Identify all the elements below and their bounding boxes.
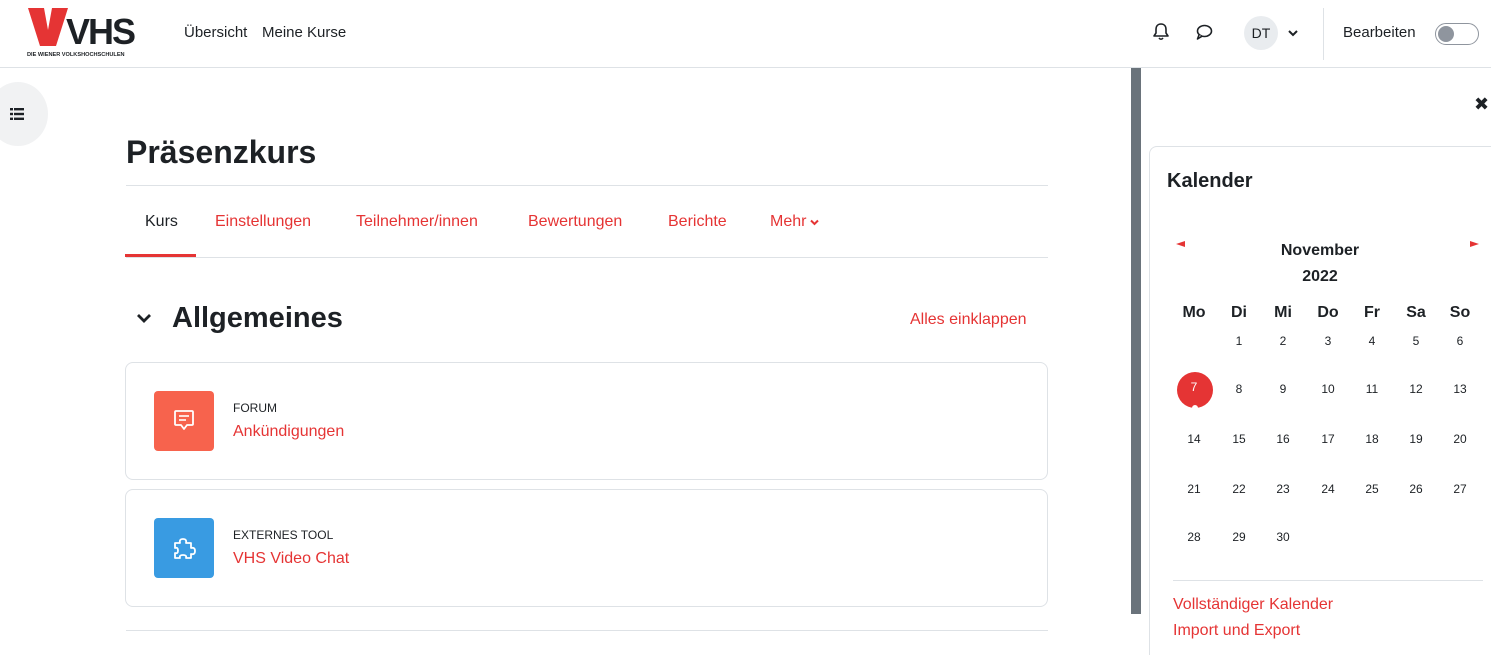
- bell-icon[interactable]: [1152, 22, 1170, 42]
- previous-month-icon[interactable]: [1175, 240, 1187, 248]
- tab-reports[interactable]: Berichte: [668, 213, 727, 231]
- chevron-down-icon: [810, 219, 820, 225]
- activity-link-announcements[interactable]: Ankündigungen: [233, 423, 344, 441]
- toggle-knob: [1438, 26, 1454, 42]
- calendar-day[interactable]: 29: [1219, 530, 1259, 544]
- calendar-day[interactable]: 11: [1352, 382, 1392, 396]
- calendar-day[interactable]: 20: [1440, 432, 1480, 446]
- calendar-month: November: [1280, 242, 1360, 259]
- edit-mode-label: Bearbeiten: [1343, 24, 1416, 41]
- weekday-header: Sa: [1406, 304, 1426, 321]
- calendar-day[interactable]: 3: [1308, 334, 1348, 348]
- activity-type-label: EXTERNES TOOL: [233, 528, 334, 542]
- tabs-divider: [126, 257, 1048, 258]
- collapse-section-icon[interactable]: [136, 312, 152, 324]
- nav-link-overview[interactable]: Übersicht: [184, 24, 247, 41]
- calendar-day[interactable]: 25: [1352, 482, 1392, 496]
- tab-more-label: Mehr: [770, 213, 807, 230]
- calendar-day[interactable]: 9: [1263, 382, 1303, 396]
- nav-divider: [1323, 8, 1324, 60]
- nav-link-my-courses[interactable]: Meine Kurse: [262, 24, 346, 41]
- calendar-month-year: November 2022: [1260, 238, 1380, 290]
- section-divider: [126, 630, 1048, 631]
- calendar-day[interactable]: 24: [1308, 482, 1348, 496]
- calendar-divider: [1173, 580, 1483, 581]
- chevron-down-icon[interactable]: [1288, 29, 1298, 37]
- weekday-header: Do: [1317, 304, 1339, 321]
- user-menu[interactable]: DT: [1244, 16, 1298, 50]
- calendar-day[interactable]: 8: [1219, 382, 1259, 396]
- calendar-day[interactable]: 19: [1396, 432, 1436, 446]
- vhs-logo[interactable]: VHS DIE WIENER VOLKSHOCHSCHULEN: [26, 6, 138, 58]
- calendar-day[interactable]: 27: [1440, 482, 1480, 496]
- collapse-all-link[interactable]: Alles einklappen: [910, 311, 1027, 329]
- calendar-day[interactable]: 6: [1440, 334, 1480, 348]
- activity-card-external-tool: EXTERNES TOOL VHS Video Chat: [125, 489, 1048, 607]
- calendar-day[interactable]: 13: [1440, 382, 1480, 396]
- calendar-day[interactable]: 22: [1219, 482, 1259, 496]
- chat-icon[interactable]: [1195, 22, 1213, 42]
- weekday-header: Di: [1231, 304, 1247, 321]
- close-drawer-icon[interactable]: ✖: [1474, 94, 1489, 115]
- calendar-day[interactable]: 14: [1174, 432, 1214, 446]
- tab-course[interactable]: Kurs: [145, 213, 178, 231]
- tab-more[interactable]: Mehr: [770, 213, 820, 231]
- scrollbar[interactable]: [1131, 68, 1141, 614]
- calendar-day[interactable]: 17: [1308, 432, 1348, 446]
- svg-text:VHS: VHS: [66, 11, 135, 52]
- list-icon: [10, 108, 24, 120]
- tab-settings[interactable]: Einstellungen: [215, 213, 311, 231]
- calendar-day[interactable]: 4: [1352, 334, 1392, 348]
- weekday-header: So: [1449, 304, 1471, 321]
- calendar-day[interactable]: 5: [1396, 334, 1436, 348]
- calendar-day[interactable]: 26: [1396, 482, 1436, 496]
- calendar-day[interactable]: 2: [1263, 334, 1303, 348]
- calendar-day[interactable]: 30: [1263, 530, 1303, 544]
- activity-link-video-chat[interactable]: VHS Video Chat: [233, 550, 349, 568]
- forum-icon[interactable]: [154, 391, 214, 451]
- weekday-header: Mi: [1274, 304, 1292, 321]
- svg-text:DIE WIENER VOLKSHOCHSCHULEN: DIE WIENER VOLKSHOCHSCHULEN: [27, 52, 125, 58]
- avatar[interactable]: DT: [1244, 16, 1278, 50]
- calendar-day[interactable]: 18: [1352, 432, 1392, 446]
- tab-participants[interactable]: Teilnehmer/innen: [356, 213, 478, 231]
- calendar-day[interactable]: 10: [1308, 382, 1348, 396]
- calendar-day[interactable]: 15: [1219, 432, 1259, 446]
- calendar-day[interactable]: 12: [1396, 382, 1436, 396]
- edit-mode-toggle[interactable]: [1435, 23, 1479, 45]
- weekday-header: Mo: [1182, 304, 1206, 321]
- activity-card-forum: FORUM Ankündigungen: [125, 362, 1048, 480]
- full-calendar-link[interactable]: Vollständiger Kalender: [1173, 596, 1333, 614]
- course-index-toggle-button[interactable]: [0, 82, 48, 146]
- activity-type-label: FORUM: [233, 401, 277, 415]
- calendar-day[interactable]: 21: [1174, 482, 1214, 496]
- next-month-icon[interactable]: [1468, 240, 1480, 248]
- puzzle-icon[interactable]: [154, 518, 214, 578]
- calendar-day[interactable]: 1: [1219, 334, 1259, 348]
- calendar-day[interactable]: 16: [1263, 432, 1303, 446]
- calendar-day[interactable]: 23: [1263, 482, 1303, 496]
- title-divider: [126, 185, 1048, 186]
- section-title: Allgemeines: [172, 302, 343, 334]
- calendar-day[interactable]: 28: [1174, 530, 1214, 544]
- tab-grades[interactable]: Bewertungen: [528, 213, 622, 231]
- calendar-title: Kalender: [1167, 170, 1253, 192]
- event-dot: [1192, 405, 1198, 411]
- import-export-link[interactable]: Import und Export: [1173, 622, 1300, 640]
- page-title: Präsenzkurs: [126, 134, 317, 170]
- calendar-day[interactable]: 7: [1174, 380, 1214, 394]
- weekday-header: Fr: [1364, 304, 1380, 321]
- top-navbar: VHS DIE WIENER VOLKSHOCHSCHULEN Übersich…: [0, 0, 1491, 68]
- calendar-year: 2022: [1302, 268, 1338, 285]
